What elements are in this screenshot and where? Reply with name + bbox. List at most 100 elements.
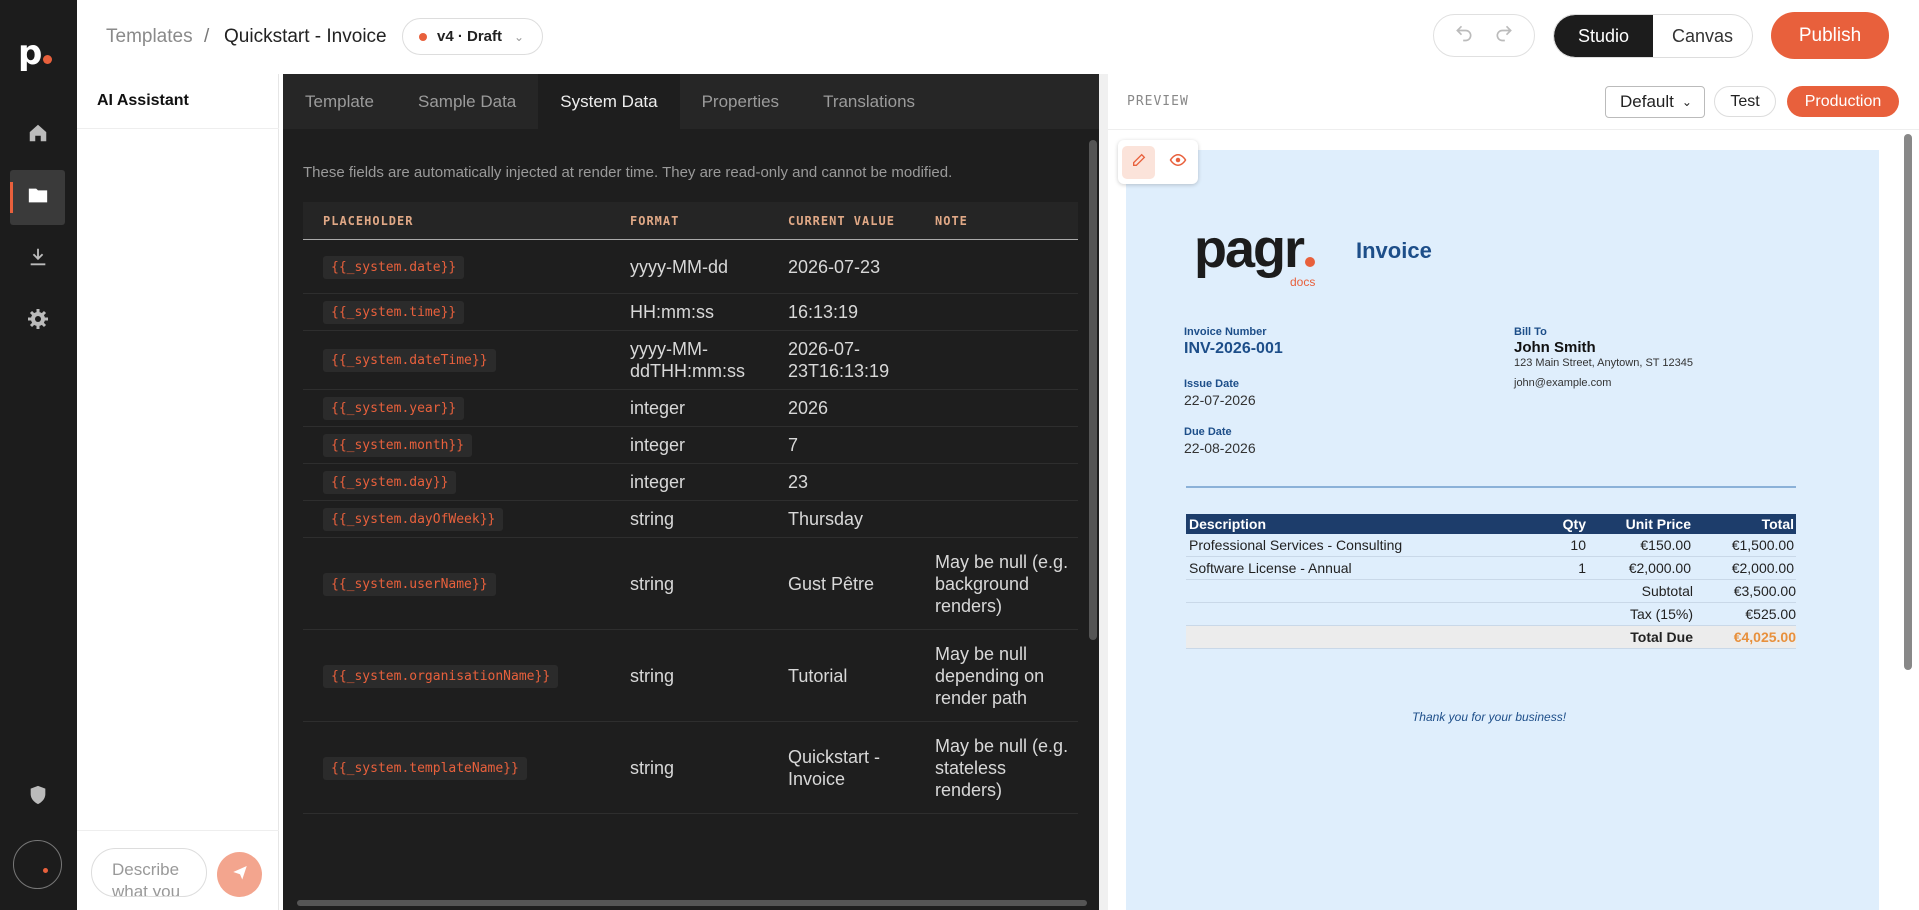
items-header-unit-price: Unit Price — [1625, 516, 1691, 532]
placeholder-token[interactable]: {{_system.date}} — [323, 255, 465, 279]
bill-to-label: Bill To — [1514, 326, 1547, 338]
edit-button[interactable] — [1122, 145, 1155, 179]
placeholder-token[interactable]: {{_system.year}} — [323, 397, 465, 420]
format-cell: string — [630, 509, 675, 529]
value-cell: 2026-07-23 — [788, 256, 881, 277]
issue-date-label: Issue Date — [1184, 378, 1240, 390]
items-header: Description Qty Unit Price Total — [1186, 514, 1796, 534]
avatar[interactable] — [13, 840, 62, 889]
canvas-toggle[interactable]: Canvas — [1653, 15, 1752, 57]
due-date: 22-08-2026 — [1184, 440, 1256, 456]
items-header-qty: Qty — [1562, 516, 1586, 532]
placeholder-cell: {{_system.dayOfWeek}} — [303, 507, 630, 531]
nav-templates[interactable] — [10, 170, 65, 225]
subtotal-value: €3,500.00 — [1733, 583, 1796, 599]
table-row: {{_system.month}} integer 7 — [303, 427, 1078, 464]
undo-redo-group — [1433, 14, 1535, 57]
format-cell: string — [630, 665, 675, 686]
tab-system-data[interactable]: System Data — [538, 74, 680, 129]
item-total: €2,000.00 — [1731, 560, 1794, 576]
undo-icon[interactable] — [1454, 23, 1474, 48]
table-row: {{_system.date}} yyyy-MM-dd 2026-07-23 — [303, 240, 1078, 294]
format-cell: string — [630, 757, 675, 778]
placeholder-token[interactable]: {{_system.templateName}} — [323, 756, 527, 780]
placeholder-token[interactable]: {{_system.day}} — [323, 471, 457, 494]
tab-template[interactable]: Template — [283, 74, 396, 129]
nav-home[interactable] — [10, 108, 65, 163]
preview-select-value: Default — [1620, 92, 1674, 111]
divider — [77, 830, 279, 831]
table-row: {{_system.organisationName}} string Tutori… — [303, 630, 1078, 722]
left-rail: p — [0, 0, 77, 910]
tab-properties[interactable]: Properties — [680, 74, 801, 129]
total-due-row: Total Due €4,025.00 — [1186, 626, 1796, 649]
preview-scrollbar[interactable] — [1904, 134, 1912, 670]
tab-sample-data[interactable]: Sample Data — [396, 74, 538, 129]
placeholder-cell: {{_system.organisationName}} — [303, 664, 630, 688]
tax-value: €525.00 — [1745, 606, 1796, 622]
download-icon — [27, 246, 49, 273]
customer-address: 123 Main Street, Anytown, ST 12345 — [1514, 357, 1693, 369]
nav-security[interactable] — [10, 770, 65, 825]
ai-send-button[interactable] — [217, 852, 262, 897]
issue-date: 22-07-2026 — [1184, 392, 1256, 408]
value-cell: Thursday — [788, 509, 864, 529]
total-due-label: Total Due — [1630, 629, 1693, 645]
placeholder-token[interactable]: {{_system.dateTime}} — [323, 349, 496, 372]
items-body: Professional Services - Consulting 10 €150… — [1186, 534, 1796, 580]
breadcrumb-templates[interactable]: Templates — [106, 26, 193, 48]
preview-select[interactable]: Default ⌄ — [1605, 86, 1705, 118]
view-button[interactable] — [1161, 146, 1194, 179]
nav-downloads[interactable] — [10, 232, 65, 287]
preview-canvas: pagr docs Invoice Invoice Number INV-202… — [1126, 150, 1879, 910]
item-qty: 10 — [1570, 537, 1586, 553]
value-cell: 23 — [788, 472, 809, 492]
placeholder-token[interactable]: {{_system.userName}} — [323, 572, 496, 596]
help-text: These fields are automatically injected … — [303, 164, 953, 181]
breadcrumb-separator: / — [204, 26, 210, 47]
format-cell: yyyy-MM-dd — [630, 256, 728, 277]
column-header-note: NOTE — [935, 213, 968, 228]
version-label: v4 · Draft — [437, 28, 503, 45]
chevron-down-icon: ⌄ — [514, 29, 525, 44]
item-unit: €2,000.00 — [1628, 560, 1691, 576]
tab-translations[interactable]: Translations — [801, 74, 937, 129]
version-selector[interactable]: v4 · Draft ⌄ — [402, 18, 543, 55]
redo-icon[interactable] — [1494, 23, 1514, 48]
invoice-item-row: Software License - Annual 1 €2,000.00 €2,00… — [1186, 557, 1796, 580]
customer-name: John Smith — [1514, 339, 1596, 356]
invoice-logo-sub: docs — [1290, 275, 1316, 289]
placeholder-token[interactable]: {{_system.dayOfWeek}} — [323, 508, 504, 531]
placeholder-token[interactable]: {{_system.organisationName}} — [323, 664, 559, 688]
horizontal-scrollbar[interactable] — [297, 900, 1087, 906]
eye-icon — [1169, 151, 1187, 174]
divider — [1186, 486, 1796, 488]
publish-button[interactable]: Publish — [1771, 12, 1889, 59]
ai-assistant-title: AI Assistant — [97, 92, 189, 109]
app-logo[interactable]: p — [18, 36, 53, 70]
placeholder-token[interactable]: {{_system.time}} — [323, 301, 465, 324]
production-button[interactable]: Production — [1787, 86, 1899, 117]
table-body: {{_system.date}} yyyy-MM-dd 2026-07-23 {{_s… — [303, 240, 1078, 814]
format-cell: integer — [630, 398, 686, 418]
preview-panel: PREVIEW Default ⌄ Test Production pagr d… — [1108, 74, 1919, 910]
ai-prompt-input[interactable]: Describe what you — [91, 848, 207, 897]
format-cell: integer — [630, 472, 686, 492]
due-date-label: Due Date — [1184, 426, 1232, 438]
table-row: {{_system.day}} integer 23 — [303, 464, 1078, 501]
studio-toggle[interactable]: Studio — [1554, 15, 1653, 57]
gear-icon — [26, 307, 50, 336]
table-row: {{_system.dayOfWeek}} string Thursday — [303, 501, 1078, 538]
nav-settings[interactable] — [10, 294, 65, 349]
item-qty: 1 — [1578, 560, 1586, 576]
note-cell: May be null depending on render path — [935, 643, 1045, 708]
table-row: {{_system.time}} HH:mm:ss 16:13:19 — [303, 294, 1078, 331]
home-icon — [27, 122, 49, 149]
panel-resizer[interactable] — [1099, 74, 1108, 910]
test-button[interactable]: Test — [1714, 86, 1776, 117]
vertical-scrollbar[interactable] — [1089, 140, 1097, 640]
column-header-format: FORMAT — [630, 213, 680, 228]
tax-label: Tax (15%) — [1629, 606, 1693, 622]
ai-assistant-panel: AI Assistant Describe what you — [77, 74, 279, 910]
placeholder-token[interactable]: {{_system.month}} — [323, 434, 473, 457]
